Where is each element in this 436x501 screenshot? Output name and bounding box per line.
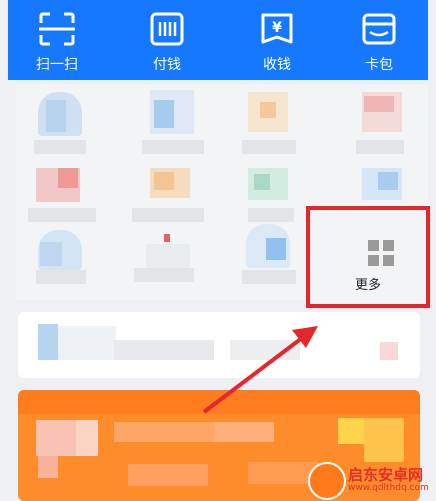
more-apps-button[interactable]: 更多 — [306, 206, 430, 308]
watermark-logo-icon — [308, 462, 346, 500]
app-tile[interactable] — [246, 224, 290, 268]
svg-text:¥: ¥ — [272, 20, 282, 36]
blurred-content — [128, 464, 208, 486]
app-tile[interactable] — [248, 168, 292, 212]
blurred-content — [58, 326, 116, 360]
blurred-content — [114, 340, 214, 360]
card-wallet-icon — [362, 13, 396, 45]
blurred-content — [338, 418, 364, 444]
pay-icon — [150, 12, 184, 46]
app-tile[interactable] — [362, 92, 406, 136]
receive-money-button[interactable]: ¥ 收钱 — [242, 0, 312, 80]
top-action-bar: 扫一扫 付钱 ¥ 收钱 卡包 — [8, 0, 428, 80]
scan-label: 扫一扫 — [36, 57, 78, 73]
blurred-icon — [38, 324, 58, 360]
scan-icon — [39, 12, 75, 46]
scan-button[interactable]: 扫一扫 — [22, 0, 92, 80]
app-label-blurred — [242, 140, 296, 154]
blurred-content — [76, 420, 98, 456]
app-label-blurred — [34, 140, 86, 154]
pay-label: 付钱 — [153, 57, 181, 73]
card-wallet-button[interactable]: 卡包 — [344, 0, 414, 80]
app-label-blurred — [134, 268, 194, 282]
app-label-blurred — [28, 208, 96, 222]
blurred-content — [364, 418, 404, 462]
app-tile[interactable] — [36, 168, 80, 212]
watermark-url: www.qdlthdq.com — [348, 483, 429, 493]
blurred-content — [38, 456, 58, 478]
blurred-content — [114, 422, 214, 442]
watermark-title: 启东安卓网 — [348, 466, 424, 484]
receive-money-icon: ¥ — [261, 13, 293, 44]
more-label: 更多 — [354, 278, 381, 293]
app-tile[interactable] — [38, 230, 82, 274]
receive-money-label: 收钱 — [263, 57, 291, 73]
app-label-blurred — [142, 140, 204, 154]
app-tile[interactable] — [38, 92, 82, 136]
grid-icon — [368, 240, 394, 266]
blurred-badge — [380, 342, 398, 360]
info-card[interactable] — [18, 312, 420, 378]
blurred-content — [36, 420, 76, 456]
app-label-blurred — [36, 270, 86, 284]
banner-band — [18, 390, 420, 414]
app-label-blurred — [356, 140, 404, 154]
app-tile[interactable] — [248, 92, 292, 136]
app-tile[interactable] — [150, 90, 194, 134]
app-label-blurred — [248, 208, 294, 222]
blurred-content — [214, 422, 274, 442]
card-wallet-label: 卡包 — [365, 57, 393, 73]
watermark: 启东安卓网 www.qdlthdq.com — [300, 458, 436, 501]
blurred-content — [230, 340, 300, 360]
app-label-blurred — [132, 208, 204, 222]
app-tile[interactable] — [150, 168, 194, 212]
app-label-blurred — [242, 270, 296, 284]
pay-button[interactable]: 付钱 — [132, 0, 202, 80]
